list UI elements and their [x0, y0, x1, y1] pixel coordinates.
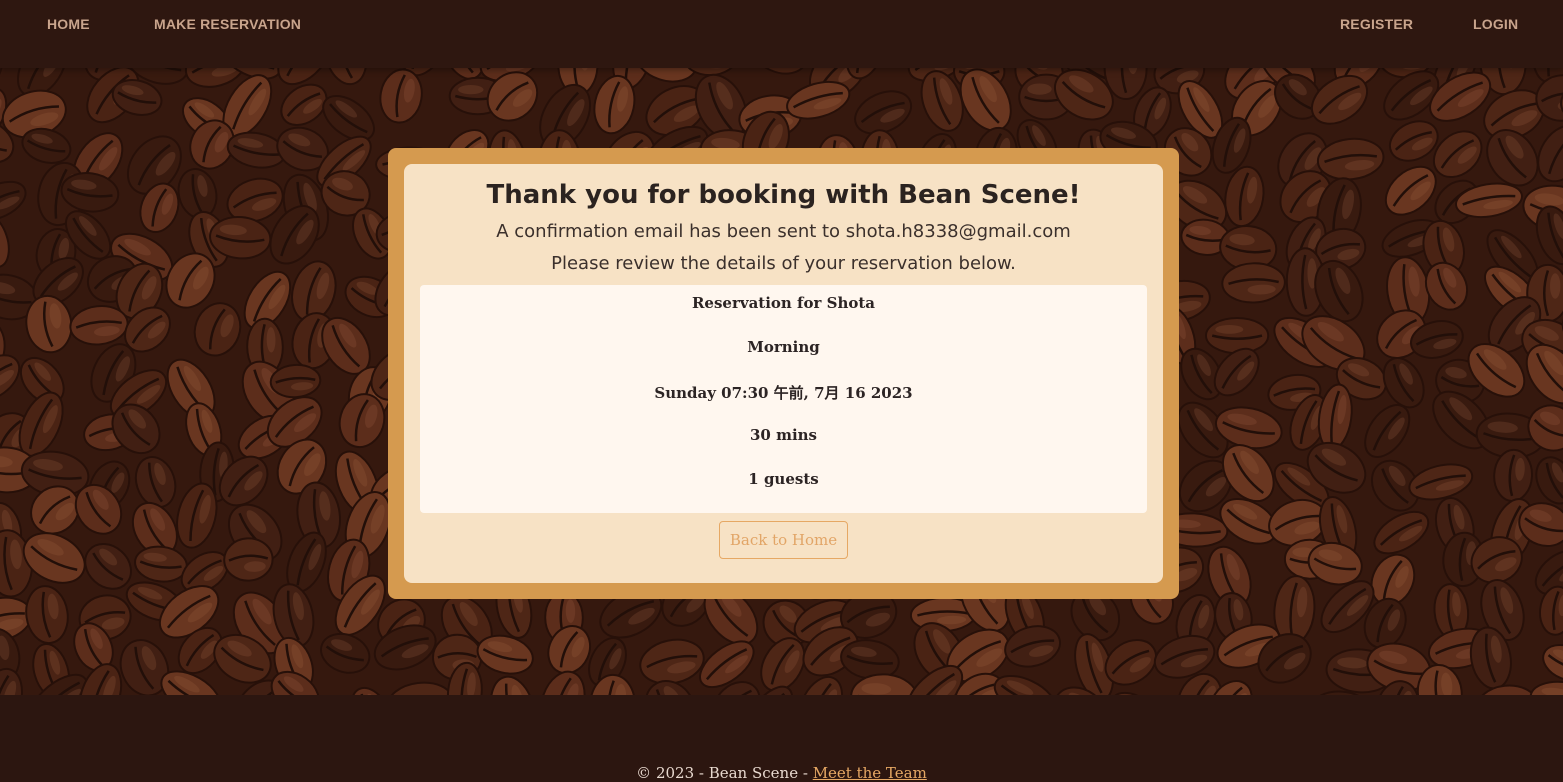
confirmation-card-frame: Thank you for booking with Bean Scene! A… [388, 148, 1179, 599]
page-footer: © 2023 - Bean Scene - Meet the Team [0, 695, 1563, 782]
review-instructions-text: Please review the details of your reserv… [551, 253, 1016, 274]
nav-login-link[interactable]: LOGIN [1473, 16, 1518, 32]
nav-home-link[interactable]: HOME [47, 16, 90, 32]
reservation-datetime: Sunday 07:30 午前, 7月 16 2023 [654, 384, 913, 402]
reservation-guests: 1 guests [748, 470, 819, 488]
confirmation-card: Thank you for booking with Bean Scene! A… [404, 164, 1163, 583]
top-navbar: HOME MAKE RESERVATION REGISTER LOGIN [0, 0, 1563, 68]
back-to-home-button[interactable]: Back to Home [719, 521, 848, 559]
confirmation-email-text: A confirmation email has been sent to sh… [496, 221, 1071, 242]
reservation-name: Reservation for Shota [691, 294, 876, 312]
nav-register-link[interactable]: REGISTER [1340, 16, 1413, 32]
reservation-duration: 30 mins [749, 426, 818, 444]
footer-text: © 2023 - Bean Scene - Meet the Team [0, 764, 1563, 782]
reservation-sitting: Morning [747, 338, 820, 356]
meet-the-team-link[interactable]: Meet the Team [813, 764, 927, 782]
confirmation-title: Thank you for booking with Bean Scene! [486, 180, 1081, 210]
reservation-details-panel: Reservation for Shota Morning Sunday 07:… [420, 285, 1147, 513]
nav-make-reservation-link[interactable]: MAKE RESERVATION [154, 16, 301, 32]
footer-copyright: © 2023 - Bean Scene - [636, 764, 813, 782]
